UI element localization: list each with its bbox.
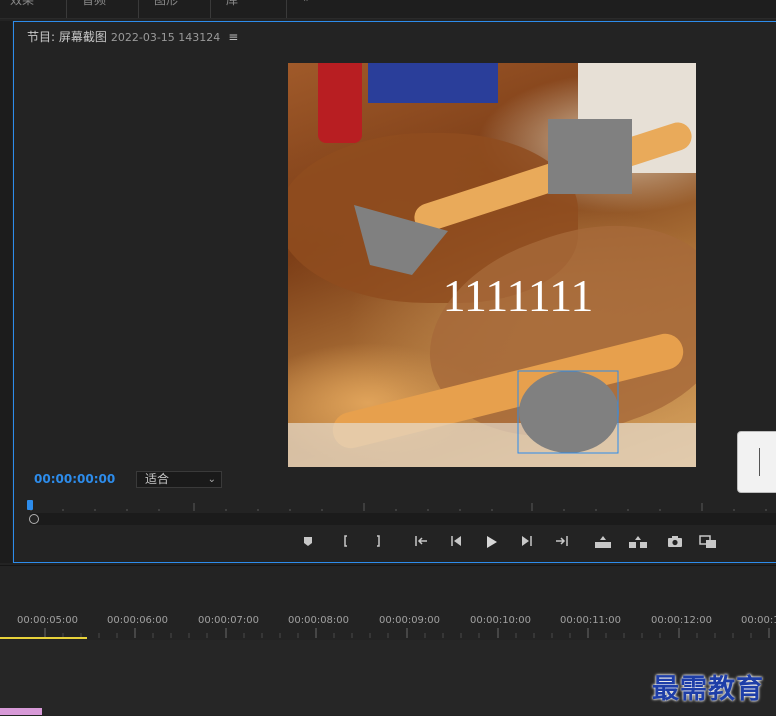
go-to-out-icon[interactable] — [551, 535, 571, 553]
add-marker-icon[interactable] — [298, 535, 318, 553]
tab-graphics[interactable]: 图形 — [154, 0, 178, 8]
watermark-text: 最需教育 — [652, 674, 764, 705]
monitor-scrub-bar[interactable] — [30, 513, 776, 525]
compare-view-icon[interactable] — [698, 535, 718, 553]
timeline-timecode: 00:00:05:00 — [17, 615, 79, 626]
timeline-timecode: 00:00:09:00 — [379, 615, 441, 626]
play-icon[interactable] — [481, 535, 501, 553]
playhead-marker-icon[interactable] — [27, 500, 33, 510]
gray-polygon-shape[interactable] — [354, 205, 448, 275]
go-to-in-icon[interactable] — [412, 535, 432, 553]
mark-in-icon[interactable] — [336, 535, 356, 553]
step-back-icon[interactable] — [446, 535, 466, 553]
zoom-fit-label: 适合 — [145, 472, 170, 486]
graphics-overlay: 1111111 — [354, 119, 632, 454]
timeline-timecode: 00:00:11:00 — [560, 615, 622, 626]
extract-icon[interactable] — [628, 535, 648, 553]
timeline-clip[interactable] — [0, 708, 42, 715]
gray-rectangle-shape[interactable] — [548, 119, 632, 194]
panel-menu-icon[interactable]: ≡ — [228, 30, 238, 44]
timeline-timecode: 00:00:07:00 — [198, 615, 260, 626]
floating-text-popup[interactable] — [737, 431, 776, 493]
top-tab-bar: 效果 音频 图形 库 » — [0, 0, 776, 19]
program-video-frame[interactable]: 1111111 — [288, 63, 696, 467]
zoom-fit-select[interactable]: 适合 ⌄ — [136, 471, 222, 488]
program-monitor-panel: 节目: 屏幕截图 2022-03-15 143124 ≡ 1111111 — [13, 21, 776, 563]
timeline-timecode: 00:00:12:00 — [651, 615, 713, 626]
sequence-timestamp: 2022-03-15 143124 — [110, 31, 221, 44]
tab-divider — [286, 0, 287, 18]
tab-divider — [210, 0, 211, 18]
work-area-bar[interactable] — [0, 637, 87, 639]
tab-divider — [66, 0, 67, 18]
panel-title: 节目: 屏幕截图 2022-03-15 143124 ≡ — [27, 28, 238, 45]
timeline-ruler[interactable] — [0, 628, 776, 640]
overlay-text[interactable]: 1111111 — [443, 270, 594, 321]
tab-overflow-icon[interactable]: » — [303, 0, 310, 5]
tab-audio[interactable]: 音频 — [82, 0, 106, 8]
timeline-timecode: 00:00:1 — [741, 615, 776, 626]
mark-out-icon[interactable] — [368, 535, 388, 553]
playhead-timecode[interactable]: 00:00:00:00 — [34, 472, 115, 486]
left-panel-edge — [0, 21, 12, 563]
gray-ellipse-shape[interactable] — [519, 371, 619, 453]
export-frame-icon[interactable] — [665, 535, 685, 553]
timeline-timecode: 00:00:06:00 — [107, 615, 169, 626]
panel-title-text[interactable]: 节目: 屏幕截图 — [27, 30, 107, 44]
tab-divider — [138, 0, 139, 18]
timeline-timecode: 00:00:08:00 — [288, 615, 350, 626]
playhead-knob[interactable] — [29, 514, 39, 524]
chevron-down-icon: ⌄ — [207, 474, 216, 485]
lift-icon[interactable] — [593, 535, 613, 553]
step-forward-icon[interactable] — [517, 535, 537, 553]
tab-effects[interactable]: 效果 — [10, 0, 34, 8]
tab-libraries[interactable]: 库 — [226, 0, 238, 8]
timeline-timecode: 00:00:10:00 — [470, 615, 532, 626]
text-cursor — [759, 448, 760, 476]
monitor-time-ruler[interactable] — [21, 497, 776, 513]
